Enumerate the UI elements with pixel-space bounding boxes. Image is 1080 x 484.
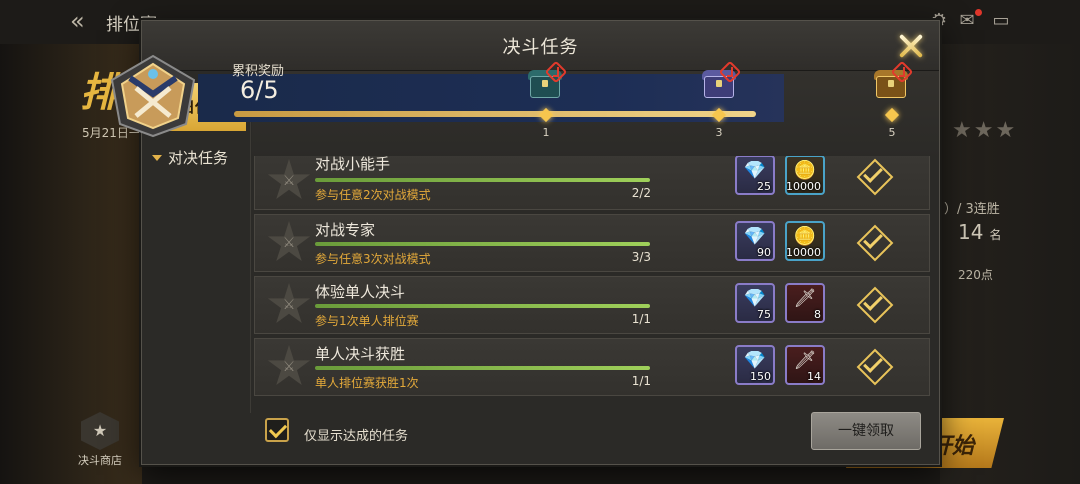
reward-count: 8 bbox=[814, 308, 821, 321]
reward-progress-fill bbox=[234, 111, 756, 117]
task-progress-text: 1/1 bbox=[631, 312, 651, 326]
reward-item-gold[interactable]: 🪙 10000 bbox=[785, 221, 825, 261]
task-title: 单人决斗获胜 bbox=[315, 345, 406, 363]
reward-item-gold[interactable]: 🪙 10000 bbox=[785, 156, 825, 195]
crystal-icon: 💎 bbox=[743, 160, 767, 181]
reward-count: 25 bbox=[757, 180, 771, 193]
task-progress-text: 3/3 bbox=[631, 250, 651, 264]
weapon-icon: 🗡 bbox=[793, 350, 817, 371]
task-description: 单人排位赛获胜1次 bbox=[315, 376, 419, 390]
medal-icon bbox=[110, 54, 196, 138]
rank-unit: 名 bbox=[989, 228, 1002, 242]
task-progress-fill bbox=[315, 242, 650, 246]
crystal-icon: 💎 bbox=[743, 350, 767, 371]
task-progress-bar bbox=[315, 242, 650, 246]
crystal-icon: 💎 bbox=[743, 288, 767, 309]
show-completed-checkbox[interactable] bbox=[265, 418, 289, 442]
task-emblem-icon: ⚔ bbox=[282, 297, 296, 313]
tab-divider bbox=[250, 83, 251, 413]
reward-count: 14 bbox=[807, 370, 821, 383]
task-progress-bar bbox=[315, 366, 650, 370]
reward-chest-1[interactable] bbox=[528, 60, 568, 100]
points-text: 220点 bbox=[958, 268, 993, 282]
rank-display: 14 名 bbox=[958, 220, 1001, 244]
task-emblem-icon: ⚔ bbox=[282, 359, 296, 375]
claim-task-button[interactable] bbox=[856, 158, 894, 196]
task-emblem-icon: ⚔ bbox=[282, 173, 296, 189]
task-progress-fill bbox=[315, 304, 650, 308]
crystal-icon: 💎 bbox=[743, 226, 767, 247]
gold-coins-icon: 🪙 bbox=[793, 160, 817, 181]
reward-chest-5[interactable] bbox=[874, 60, 914, 100]
shop-icon: ★ bbox=[81, 412, 119, 450]
win-streak-text: ）/ 3连胜 bbox=[944, 202, 1000, 217]
task-progress-bar bbox=[315, 178, 650, 182]
chest-lock-icon bbox=[888, 80, 894, 87]
claim-task-button[interactable] bbox=[856, 224, 894, 262]
duel-shop-button[interactable]: ★ 决斗商店 bbox=[70, 412, 130, 468]
task-description: 参与任意2次对战模式 bbox=[315, 188, 431, 202]
weapon-icon: 🗡 bbox=[793, 288, 817, 309]
reward-count: 10000 bbox=[786, 246, 821, 259]
chat-icon[interactable]: ▭ bbox=[990, 10, 1012, 32]
cumulative-reward-count: 6/5 bbox=[240, 76, 279, 104]
reward-item-crystal[interactable]: 💎 150 bbox=[735, 345, 775, 385]
duel-shop-label: 决斗商店 bbox=[78, 454, 122, 467]
milestone-label-1: 1 bbox=[542, 126, 550, 139]
claim-task-button[interactable] bbox=[856, 348, 894, 386]
task-emblem-icon: ⚔ bbox=[282, 235, 296, 251]
tab-duel-tasks-label: 对决任务 bbox=[168, 149, 229, 167]
task-progress-fill bbox=[315, 178, 650, 182]
chevron-down-icon bbox=[152, 154, 162, 161]
show-completed-label: 仅显示达成的任务 bbox=[304, 429, 409, 444]
reward-progress-track bbox=[234, 111, 756, 117]
reward-item-weapon[interactable]: 🗡 8 bbox=[785, 283, 825, 323]
reward-item-crystal[interactable]: 💎 25 bbox=[735, 156, 775, 195]
reward-count: 90 bbox=[757, 246, 771, 259]
chest-lock-icon bbox=[542, 80, 548, 87]
notification-dot bbox=[975, 9, 982, 16]
milestone-label-3: 3 bbox=[715, 126, 723, 139]
reward-chest-3[interactable] bbox=[702, 60, 742, 100]
reward-count: 10000 bbox=[786, 180, 821, 193]
back-arrow-icon[interactable]: « bbox=[70, 8, 96, 34]
reward-count: 150 bbox=[750, 370, 771, 383]
claim-all-button[interactable]: 一键领取 bbox=[811, 412, 921, 450]
task-title: 对战小能手 bbox=[315, 156, 391, 173]
milestone-label-5: 5 bbox=[888, 126, 896, 139]
task-progress-text: 2/2 bbox=[631, 186, 651, 200]
task-row: ⚔ 体验单人决斗 参与1次单人排位赛 1/1 💎 75 🗡 8 bbox=[254, 276, 930, 334]
reward-item-weapon[interactable]: 🗡 14 bbox=[785, 345, 825, 385]
gold-coins-icon: 🪙 bbox=[793, 226, 817, 247]
task-progress-text: 1/1 bbox=[631, 374, 651, 388]
close-icon[interactable] bbox=[894, 29, 928, 63]
task-progress-bar bbox=[315, 304, 650, 308]
dialog-title: 决斗任务 bbox=[502, 37, 579, 58]
task-description: 参与任意3次对战模式 bbox=[315, 252, 431, 266]
task-list[interactable]: ⚔ 对战小能手 参与任意2次对战模式 2/2 💎 25 🪙 10000 ⚔ 对战专家… bbox=[254, 156, 930, 400]
task-row: ⚔ 对战专家 参与任意3次对战模式 3/3 💎 90 🪙 10000 bbox=[254, 214, 930, 272]
chest-lock-icon bbox=[716, 80, 722, 87]
task-progress-fill bbox=[315, 366, 650, 370]
task-title: 对战专家 bbox=[315, 221, 376, 239]
claim-task-button[interactable] bbox=[856, 286, 894, 324]
task-description: 参与1次单人排位赛 bbox=[315, 314, 419, 328]
task-row: ⚔ 对战小能手 参与任意2次对战模式 2/2 💎 25 🪙 10000 bbox=[254, 156, 930, 210]
task-row: ⚔ 单人决斗获胜 单人排位赛获胜1次 1/1 💎 150 🗡 14 bbox=[254, 338, 930, 396]
reward-item-crystal[interactable]: 💎 75 bbox=[735, 283, 775, 323]
tab-duel-tasks[interactable]: 对决任务 bbox=[144, 141, 246, 175]
reward-count: 75 bbox=[757, 308, 771, 321]
rank-value: 14 bbox=[958, 220, 984, 244]
rank-stars-icon: ★★★ bbox=[952, 118, 1018, 143]
reward-item-crystal[interactable]: 💎 90 bbox=[735, 221, 775, 261]
task-title: 体验单人决斗 bbox=[315, 283, 406, 301]
